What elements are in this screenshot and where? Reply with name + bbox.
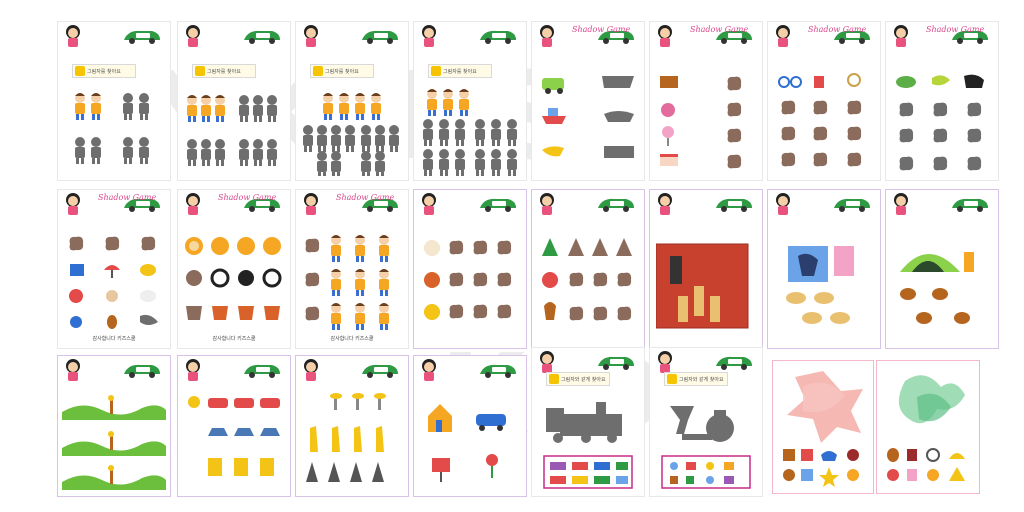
worksheet-8[interactable]: Shadow Game xyxy=(886,22,998,180)
firefighter-scene xyxy=(656,243,749,329)
worksheet-5[interactable]: Shadow Game xyxy=(532,22,644,180)
worksheet-3[interactable]: 그림자를 찾아요 xyxy=(296,22,408,180)
header-banner xyxy=(66,359,160,381)
train-silhouette xyxy=(543,402,633,489)
hills-strips xyxy=(62,395,166,490)
kettle-silhouette xyxy=(661,406,751,489)
animals-grid xyxy=(424,240,512,320)
worksheet-title: 그림자와 같게 찾아요 xyxy=(546,372,610,386)
worksheet-21[interactable]: 그림자와 같게 찾아요 xyxy=(532,348,644,496)
worksheet-11[interactable]: Shadow Game 감사합니다 키즈스쿨 xyxy=(296,190,408,348)
worksheet-24[interactable] xyxy=(876,360,980,494)
shadow-game-logo: Shadow Game xyxy=(690,25,749,34)
shadow-game-logo: Shadow Game xyxy=(808,25,867,34)
worksheet-7[interactable]: Shadow Game xyxy=(768,22,880,180)
worksheet-title: 그림자를 찾아요 xyxy=(428,64,492,78)
worksheet-footer: 감사합니다 키즈스쿨 xyxy=(92,336,136,342)
objects-grid xyxy=(69,236,158,329)
worksheet-title: 그림자를 찾아요 xyxy=(192,64,256,78)
shadow-game-logo: Shadow Game xyxy=(336,193,395,202)
worksheet-20[interactable] xyxy=(414,356,526,496)
match-grid xyxy=(428,404,506,482)
giraffe-grid xyxy=(306,393,386,482)
header-banner xyxy=(540,193,634,215)
playground-scene xyxy=(786,246,854,324)
worksheet-title: 그림자와 같게 찾아요 xyxy=(664,372,728,386)
worksheet-4[interactable]: 그림자를 찾아요 xyxy=(414,22,526,180)
match-pairs xyxy=(660,76,742,169)
header-banner xyxy=(894,193,988,215)
overlap-shapes xyxy=(787,371,863,443)
kids-grid xyxy=(305,235,389,330)
worksheet-title: 그림자를 찾아요 xyxy=(310,64,374,78)
worksheet-icon xyxy=(195,66,205,76)
worksheet-14[interactable] xyxy=(650,190,762,348)
worksheet-footer: 감사합니다 키즈스쿨 xyxy=(212,336,256,342)
worksheet-13[interactable] xyxy=(532,190,644,348)
header-banner xyxy=(186,359,280,381)
header-banner xyxy=(658,193,752,215)
worksheet-6[interactable]: Shadow Game xyxy=(650,22,762,180)
header-banner xyxy=(304,359,398,381)
worksheet-12[interactable] xyxy=(414,190,526,348)
shadow-game-logo: Shadow Game xyxy=(572,25,631,34)
worksheet-title: 그림자를 찾아요 xyxy=(72,64,136,78)
camping-scene xyxy=(900,252,974,324)
worksheet-icon xyxy=(549,374,559,384)
worksheet-15[interactable] xyxy=(768,190,880,348)
header-banner xyxy=(66,25,160,47)
worksheet-16[interactable] xyxy=(886,190,998,348)
vehicles-grid xyxy=(188,396,280,476)
answer-items xyxy=(783,449,859,487)
header-banner xyxy=(422,25,516,47)
kids-grid xyxy=(75,93,149,164)
worksheet-18[interactable] xyxy=(178,356,290,496)
worksheet-icon xyxy=(431,66,441,76)
header-banner xyxy=(422,359,516,381)
animals-grid xyxy=(896,74,984,171)
shadow-game-logo: Shadow Game xyxy=(98,193,157,202)
answer-items xyxy=(887,448,965,481)
worksheet-footer: 감사합니다 키즈스쿨 xyxy=(330,336,374,342)
objects-grid xyxy=(778,73,862,167)
shadow-game-logo: Shadow Game xyxy=(218,193,277,202)
kids-grid xyxy=(423,89,517,176)
header-banner xyxy=(304,25,398,47)
overlap-leaves xyxy=(898,375,965,424)
worksheet-9[interactable]: Shadow Game 감사합니다 키즈스쿨 xyxy=(58,190,170,348)
animals-grid xyxy=(185,237,282,320)
worksheet-icon xyxy=(75,66,85,76)
kids-grid xyxy=(303,93,399,176)
worksheet-1[interactable]: 그림자를 찾아요 xyxy=(58,22,170,180)
worksheet-19[interactable] xyxy=(296,356,408,496)
header-banner xyxy=(422,193,516,215)
worksheet-17[interactable] xyxy=(58,356,170,496)
kids-grid xyxy=(187,95,277,166)
worksheet-10[interactable]: Shadow Game 감사합니다 키즈스쿨 xyxy=(178,190,290,348)
shadow-game-logo: Shadow Game xyxy=(926,25,985,34)
christmas-grid xyxy=(542,238,632,321)
header-banner xyxy=(186,25,280,47)
worksheet-icon xyxy=(313,66,323,76)
worksheet-icon xyxy=(667,374,677,384)
worksheet-23[interactable] xyxy=(772,360,874,494)
header-banner xyxy=(776,193,870,215)
worksheet-22[interactable]: 그림자와 같게 찾아요 xyxy=(650,348,762,496)
worksheet-2[interactable]: 그림자를 찾아요 xyxy=(178,22,290,180)
match-pairs xyxy=(542,76,634,158)
